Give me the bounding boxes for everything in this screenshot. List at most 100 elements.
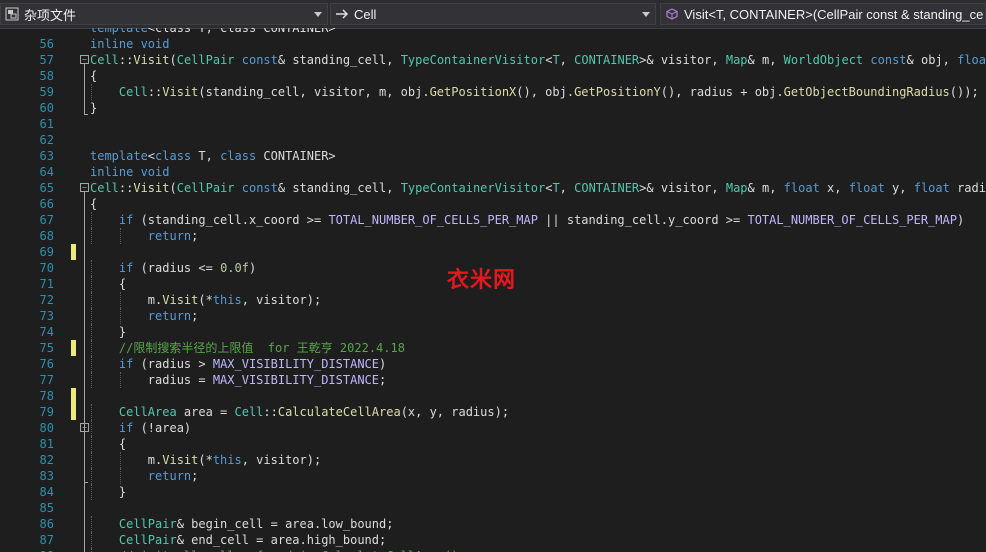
code-line[interactable]: 72 m.Visit(*this, visitor); xyxy=(0,292,986,308)
code-line[interactable]: 65 − Cell::Visit(CellPair const& standing_… xyxy=(0,180,986,196)
code-line[interactable]: 81 { xyxy=(0,436,986,452)
code-token: ( xyxy=(169,181,177,195)
code-text: inline void xyxy=(90,36,169,52)
code-line[interactable]: 82 m.Visit(*this, visitor); xyxy=(0,452,986,468)
code-token: Visit xyxy=(162,293,199,307)
code-token: template xyxy=(90,28,148,35)
code-line[interactable]: 85 xyxy=(0,500,986,516)
code-token: & m, xyxy=(747,181,784,195)
project-file-icon xyxy=(4,6,20,22)
code-text: return; xyxy=(90,228,199,244)
chevron-down-icon[interactable] xyxy=(637,4,655,24)
code-token: TOTAL_NUMBER_OF_CELLS_PER_MAP xyxy=(328,213,538,227)
code-line[interactable]: 84 } xyxy=(0,484,986,500)
code-token: MAX_VISIBILITY_DISTANCE xyxy=(212,373,379,387)
fold-toggle-icon[interactable]: − xyxy=(80,183,89,192)
code-token: Visit xyxy=(162,85,199,99)
code-token: //限制搜索半径的上限值 for 王乾亨 2022.4.18 xyxy=(118,341,405,355)
code-line[interactable]: 73 return; xyxy=(0,308,986,324)
fold-toggle-icon[interactable]: − xyxy=(80,55,89,64)
code-token: Visit xyxy=(162,453,199,467)
scope-dropdown[interactable]: Cell xyxy=(330,3,656,25)
code-token: float xyxy=(957,53,986,67)
code-token: T xyxy=(552,181,560,195)
code-token: :: xyxy=(263,405,278,419)
code-line[interactable]: 68 return; xyxy=(0,228,986,244)
member-dropdown[interactable]: Visit<T, CONTAINER>(CellPair const & sta… xyxy=(660,3,986,25)
code-line[interactable]: 74 } xyxy=(0,324,986,340)
line-number: 58 xyxy=(39,69,54,83)
code-token: , xyxy=(559,53,575,67)
code-line[interactable]: 67 if (standing_cell.x_coord >= TOTAL_NU… xyxy=(0,212,986,228)
fold-region-line xyxy=(84,64,85,114)
code-line[interactable]: 80− if (!area) xyxy=(0,420,986,436)
code-line[interactable]: 75 //限制搜索半径的上限值 for 王乾亨 2022.4.18 xyxy=(0,340,986,356)
code-token: Cell xyxy=(90,181,119,195)
code-token: >& visitor, xyxy=(639,181,726,195)
line-number: 86 xyxy=(39,517,54,531)
code-line[interactable]: 77 radius = MAX_VISIBILITY_DISTANCE; xyxy=(0,372,986,388)
code-token: CONTAINER> xyxy=(256,149,336,163)
line-number: 71 xyxy=(39,277,54,291)
code-token: } xyxy=(90,325,127,339)
code-token: const xyxy=(241,53,278,67)
line-number: 75 xyxy=(39,341,54,355)
line-number: 80 xyxy=(39,421,54,435)
code-line[interactable]: 57 − Cell::Visit(CellPair const& standing_… xyxy=(0,52,986,68)
code-token: CalculateCellArea xyxy=(277,405,401,419)
code-line[interactable]: 61 xyxy=(0,116,986,132)
project-dropdown[interactable]: 杂项文件 xyxy=(0,3,328,25)
code-text: return; xyxy=(90,468,199,484)
code-line[interactable]: 58 { xyxy=(0,68,986,84)
code-line[interactable]: template<class T, class CONTAINER> xyxy=(0,28,986,36)
code-token: :: xyxy=(118,53,134,67)
chevron-down-icon[interactable] xyxy=(309,4,327,24)
code-line[interactable]: 62 xyxy=(0,132,986,148)
code-token: MAX_VISIBILITY_DISTANCE xyxy=(212,357,380,371)
code-text: { xyxy=(90,196,97,212)
line-number: 57 xyxy=(39,53,54,67)
code-token: x, xyxy=(819,181,849,195)
code-line[interactable]: 83 return; xyxy=(0,468,986,484)
code-token: & begin_cell = area.low_bound; xyxy=(176,517,394,531)
line-number: 76 xyxy=(39,357,54,371)
code-token: ) xyxy=(379,357,387,371)
code-token: } xyxy=(90,485,127,499)
code-token: & end_cell = area.high_bound; xyxy=(176,533,387,547)
scope-dropdown-label: Cell xyxy=(354,6,377,22)
code-line[interactable]: 78 xyxy=(0,388,986,404)
code-text: CellPair& begin_cell = area.low_bound; xyxy=(90,516,394,532)
code-line[interactable]: 76 if (radius > MAX_VISIBILITY_DISTANCE) xyxy=(0,356,986,372)
code-token: ) xyxy=(956,213,965,227)
code-line[interactable]: 56 inline void xyxy=(0,36,986,52)
code-line[interactable]: 79 CellArea area = Cell::CalculateCellAr… xyxy=(0,404,986,420)
code-token: GetPositionX xyxy=(429,85,517,99)
code-token: (!area) xyxy=(133,421,192,435)
code-line[interactable]: 64 inline void xyxy=(0,164,986,180)
code-line[interactable]: 86 CellPair& begin_cell = area.low_bound… xyxy=(0,516,986,532)
code-token: { xyxy=(90,277,127,291)
code-line[interactable]: 63 template<class T, class CONTAINER> xyxy=(0,148,986,164)
code-token: (* xyxy=(198,453,213,467)
code-text: Cell::Visit(CellPair const& standing_cel… xyxy=(90,52,986,68)
code-line[interactable]: 87 CellPair& end_cell = area.high_bound; xyxy=(0,532,986,548)
code-token: if xyxy=(118,421,134,435)
code-token: ; xyxy=(191,469,199,483)
line-number: 77 xyxy=(39,373,54,387)
code-line[interactable]: 60} xyxy=(0,100,986,116)
change-marker xyxy=(71,244,76,260)
code-token: { xyxy=(90,197,98,211)
code-line[interactable]: 59 Cell::Visit(standing_cell, visitor, m… xyxy=(0,84,986,100)
code-line[interactable]: 69 xyxy=(0,244,986,260)
line-number: 74 xyxy=(39,325,54,339)
code-line[interactable]: 88 //visit all cells, found in Calculate… xyxy=(0,548,986,552)
code-line[interactable]: 66 { xyxy=(0,196,986,212)
code-token: m. xyxy=(90,293,163,307)
code-token: radius) xyxy=(957,181,986,195)
line-number: 83 xyxy=(39,469,54,483)
code-token: 0.0f xyxy=(220,261,249,275)
